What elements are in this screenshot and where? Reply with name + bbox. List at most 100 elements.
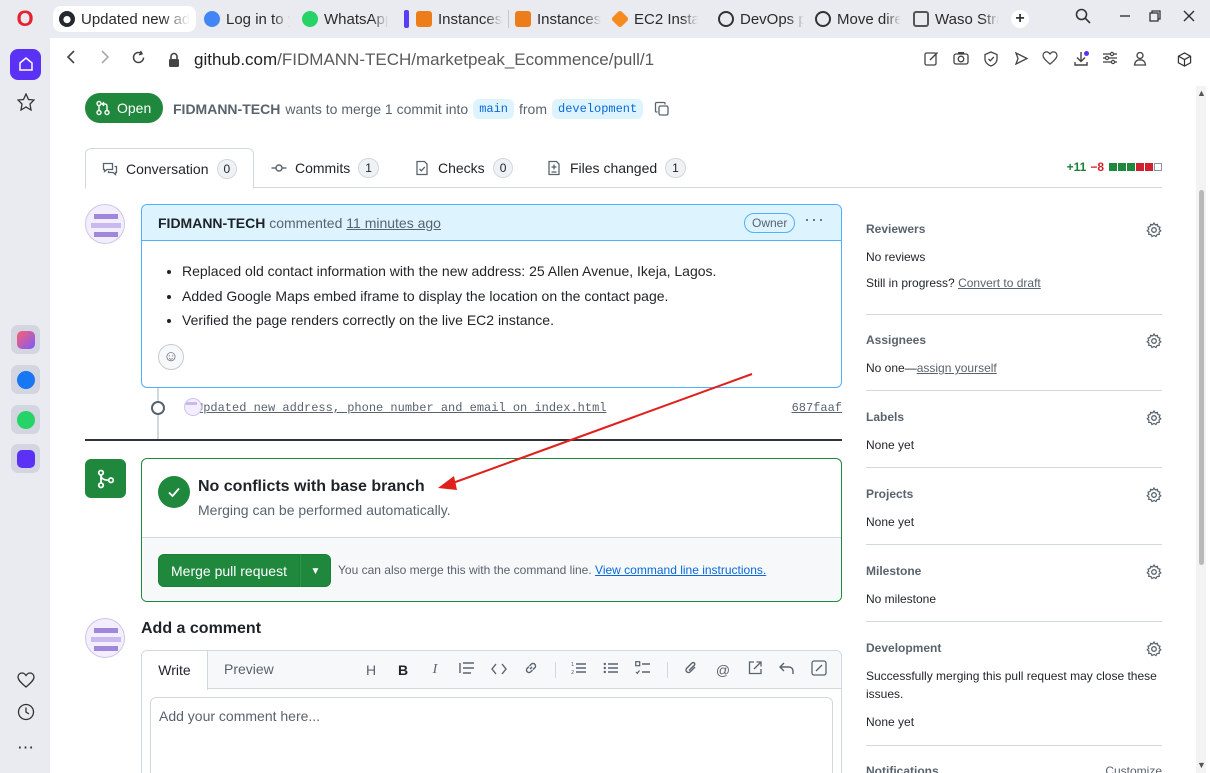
browser-tab-waso[interactable]: Waso Stra — [907, 6, 1005, 32]
download-icon[interactable] — [1072, 51, 1090, 69]
bookmark-heart-icon[interactable] — [1041, 51, 1059, 69]
tab-files-changed[interactable]: Files changed 1 — [530, 148, 702, 188]
heading-icon[interactable]: H — [361, 660, 381, 680]
tab-preview[interactable]: Preview — [224, 661, 274, 677]
pr-author-link[interactable]: FIDMANN-TECH — [173, 101, 280, 117]
profile-icon[interactable] — [1131, 51, 1149, 69]
scroll-up-icon[interactable]: ▲ — [1197, 88, 1206, 98]
merge-hint: You can also merge this with the command… — [338, 563, 766, 577]
tab-write[interactable]: Write — [142, 651, 208, 690]
conversation-icon — [102, 162, 118, 176]
mention-icon[interactable]: @ — [713, 660, 733, 680]
easy-setup-icon[interactable] — [1101, 51, 1119, 69]
browser-tab-github[interactable]: Updated new add — [53, 6, 196, 32]
browser-tab-instances-1[interactable]: Instances — [410, 6, 508, 32]
gear-icon[interactable] — [1146, 564, 1162, 580]
music-player-icon[interactable] — [11, 444, 40, 473]
restore-icon[interactable] — [1144, 8, 1166, 30]
gear-icon[interactable] — [1146, 333, 1162, 349]
reply-icon[interactable] — [777, 660, 797, 680]
link-icon[interactable] — [521, 660, 541, 680]
base-branch[interactable]: main — [473, 99, 514, 119]
bold-icon[interactable]: B — [393, 660, 413, 680]
browser-tab-bar: O Updated new add Log in to y WhatsApp I… — [0, 0, 1210, 38]
milestone-value: No milestone — [866, 592, 937, 606]
task-list-icon[interactable] — [633, 660, 653, 680]
unordered-list-icon[interactable] — [601, 660, 621, 680]
avatar[interactable] — [85, 618, 125, 658]
slash-commands-icon[interactable] — [809, 660, 829, 680]
tab-conversation[interactable]: Conversation 0 — [85, 148, 255, 189]
head-branch[interactable]: development — [552, 99, 644, 119]
send-icon[interactable] — [1012, 51, 1030, 69]
merge-method-dropdown-icon[interactable]: ▼ — [300, 554, 331, 587]
ordered-list-icon[interactable]: 12 — [569, 660, 589, 680]
messenger-icon[interactable] — [11, 365, 40, 394]
convert-to-draft-link[interactable]: Convert to draft — [958, 276, 1041, 290]
attach-paperclip-icon[interactable] — [681, 660, 701, 680]
commit-sha-link[interactable]: 687faaf — [792, 401, 842, 415]
customize-notifications-link[interactable]: Customize — [1105, 764, 1162, 773]
gear-icon[interactable] — [1146, 641, 1162, 657]
cross-reference-icon[interactable] — [745, 660, 765, 680]
browser-tab-move[interactable]: Move dire — [809, 6, 907, 32]
browser-tab-whatsapp[interactable]: WhatsApp — [296, 6, 394, 32]
kebab-menu-icon[interactable]: ··· — [804, 209, 825, 230]
merge-pull-request-button[interactable]: Merge pull request — [158, 554, 300, 587]
snapshot-camera-icon[interactable] — [952, 51, 970, 69]
comment-timestamp-link[interactable]: 11 minutes ago — [346, 215, 441, 231]
commit-avatar[interactable] — [184, 398, 202, 416]
tab-label: Waso Stra — [935, 10, 999, 28]
avatar[interactable] — [85, 204, 125, 244]
tab-checks[interactable]: Checks 0 — [398, 148, 529, 188]
new-tab-button[interactable]: + — [1011, 10, 1029, 28]
tab-label: WhatsApp — [324, 10, 388, 28]
history-clock-icon[interactable] — [13, 703, 38, 728]
minimize-icon[interactable] — [1114, 8, 1136, 30]
quote-icon[interactable] — [457, 660, 477, 680]
command-line-instructions-link[interactable]: View command line instructions. — [595, 563, 766, 577]
back-icon[interactable] — [61, 50, 81, 70]
comment-textarea[interactable]: Add your comment here... — [150, 697, 833, 773]
assignees-value: No one—assign yourself — [866, 359, 1162, 377]
tab-commits[interactable]: Commits 1 — [255, 148, 395, 188]
extensions-cube-icon[interactable] — [1166, 42, 1202, 78]
timeline-end-divider — [85, 439, 842, 441]
commit-message-link[interactable]: Updated new address, phone number and em… — [196, 401, 606, 415]
gear-icon[interactable] — [1146, 410, 1162, 426]
more-options-icon[interactable]: ⋯ — [13, 735, 38, 760]
check-circle-icon — [158, 476, 190, 508]
gear-icon[interactable] — [1146, 487, 1162, 503]
gear-icon[interactable] — [1146, 222, 1162, 238]
scroll-down-icon[interactable]: ▼ — [1197, 760, 1206, 770]
add-reaction-smiley-icon[interactable]: ☺ — [158, 344, 184, 370]
browser-tab-instances-2[interactable]: Instances — [509, 6, 607, 32]
assign-yourself-link[interactable]: assign yourself — [917, 361, 997, 375]
tab-counter: 0 — [492, 158, 514, 178]
copy-icon[interactable] — [654, 101, 670, 117]
search-tabs-icon[interactable] — [1072, 8, 1094, 30]
browser-tab-login[interactable]: Log in to y — [198, 6, 296, 32]
page-scrollbar-thumb[interactable] — [1199, 190, 1204, 565]
comment-author-link[interactable]: FIDMANN-TECH — [158, 215, 265, 231]
url-field[interactable]: github.com/FIDMANN-TECH/marketpeak_Ecomm… — [194, 50, 654, 70]
close-window-icon[interactable] — [1178, 8, 1200, 30]
browser-tab-ec2[interactable]: EC2 Instar — [606, 6, 704, 32]
forward-icon[interactable] — [95, 50, 115, 70]
italic-icon[interactable]: I — [425, 660, 445, 680]
code-icon[interactable] — [489, 660, 509, 680]
lock-icon[interactable] — [168, 52, 180, 68]
reload-icon[interactable] — [128, 50, 148, 70]
browser-tab-devops[interactable]: DevOps p — [712, 6, 810, 32]
aria-app-icon[interactable] — [11, 325, 40, 354]
pinboard-icon[interactable] — [13, 92, 38, 118]
shield-icon[interactable] — [982, 51, 1000, 69]
opera-logo-icon[interactable]: O — [14, 8, 36, 30]
comment-meta: FIDMANN-TECH commented 11 minutes ago — [158, 215, 441, 231]
comment-body: Replaced old contact information with th… — [142, 241, 841, 333]
whatsapp-sidebar-icon[interactable] — [11, 405, 40, 434]
home-icon[interactable] — [10, 49, 41, 80]
edit-page-icon[interactable] — [922, 51, 940, 69]
heart-icon[interactable] — [13, 670, 38, 695]
merge-status-subtitle: Merging can be performed automatically. — [198, 502, 451, 518]
